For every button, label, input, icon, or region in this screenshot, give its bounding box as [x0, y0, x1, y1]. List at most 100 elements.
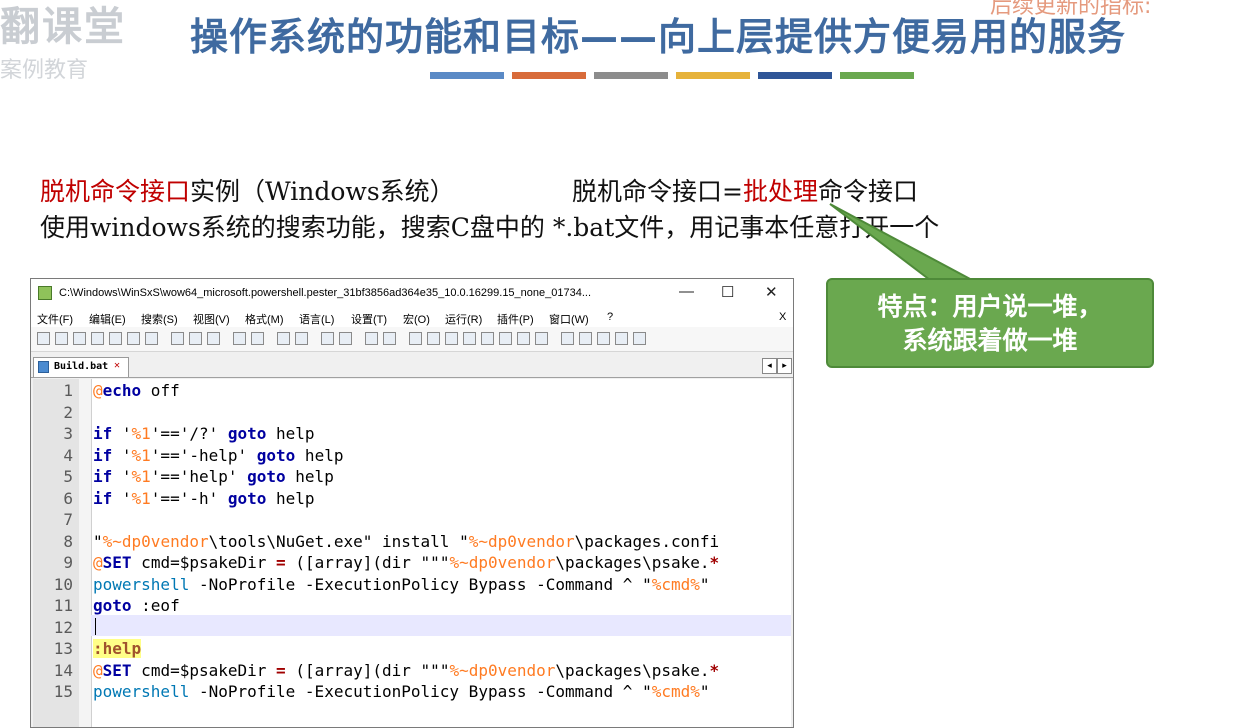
toolbar-sync-v-icon[interactable]: [365, 332, 378, 345]
editor-window: C:\Windows\WinSxS\wow64_microsoft.powers…: [30, 278, 794, 728]
toolbar-zoom-out-icon[interactable]: [339, 332, 352, 345]
title-bar-1: [430, 72, 504, 79]
title-bar-2: [512, 72, 586, 79]
line-number: 12: [53, 617, 73, 637]
tab-scroll-right-button[interactable]: ▸: [777, 358, 792, 374]
window-title: C:\Windows\WinSxS\wow64_microsoft.powers…: [59, 287, 592, 299]
file-saved-icon: [38, 361, 49, 373]
line-number: 6: [63, 488, 73, 508]
line-number: 1: [63, 381, 73, 400]
code-line[interactable]: if '%1'=='-help' goto help: [93, 446, 343, 465]
toolbar-monitor-icon[interactable]: [535, 332, 548, 345]
text-caret: [95, 618, 96, 635]
example-heading: 脱机命令接口实例（Windows系统）: [40, 172, 455, 208]
code-line[interactable]: @SET cmd=$psakeDir = ([array](dir """%~d…: [93, 553, 719, 572]
toolbar-find-icon[interactable]: [277, 332, 290, 345]
toolbar-copy-icon[interactable]: [189, 332, 202, 345]
code-line[interactable]: @echo off: [93, 381, 180, 400]
toolbar-save-macro-icon[interactable]: [633, 332, 646, 345]
menu-settings[interactable]: 设置(T): [351, 311, 387, 327]
toolbar-sync-h-icon[interactable]: [383, 332, 396, 345]
code-line[interactable]: powershell -NoProfile -ExecutionPolicy B…: [93, 682, 710, 701]
definition-prefix: 脱机命令接口=: [572, 177, 743, 206]
toolbar-doc-map-icon[interactable]: [481, 332, 494, 345]
menu-search[interactable]: 搜索(S): [141, 311, 178, 327]
callout-pointer: [829, 203, 973, 281]
line-number: 7: [63, 510, 73, 529]
line-number: 14: [53, 660, 73, 680]
tab-close-icon[interactable]: ✕: [114, 360, 120, 371]
notepad-app-icon: [38, 286, 52, 300]
close-button[interactable]: ✕: [765, 283, 778, 301]
toolbar-all-chars-icon[interactable]: [427, 332, 440, 345]
line-number: 15: [53, 682, 73, 701]
toolbar-udl-icon[interactable]: [463, 332, 476, 345]
toolbar-new-icon[interactable]: [37, 332, 50, 345]
toolbar-func-list-icon[interactable]: [499, 332, 512, 345]
toolbar-print-icon[interactable]: [145, 332, 158, 345]
code-line[interactable]: "%~dp0vendor\tools\NuGet.exe" install "%…: [93, 532, 719, 551]
menu-file[interactable]: 文件(F): [37, 311, 73, 327]
fold-margin: [79, 379, 92, 727]
current-line-highlight: [91, 615, 791, 636]
brand-logo: 翻课堂: [0, 4, 126, 50]
code-line[interactable]: if '%1'=='help' goto help: [93, 467, 334, 486]
toolbar-replace-icon[interactable]: [295, 332, 308, 345]
toolbar-close-all-icon[interactable]: [127, 332, 140, 345]
line-number: 11: [53, 596, 73, 615]
code-line[interactable]: if '%1'=='-h' goto help: [93, 489, 315, 508]
menu-run[interactable]: 运行(R): [445, 311, 482, 327]
callout-line-1: 特点：用户说一堆，: [877, 292, 1103, 321]
line-number: 9: [63, 553, 73, 572]
toolbar-play-multi-icon[interactable]: [615, 332, 628, 345]
menu-macro[interactable]: 宏(O): [403, 311, 430, 327]
toolbar-cut-icon[interactable]: [171, 332, 184, 345]
toolbar-undo-icon[interactable]: [233, 332, 246, 345]
code-line[interactable]: @SET cmd=$psakeDir = ([array](dir """%~d…: [93, 661, 719, 680]
code-line[interactable]: goto :eof: [93, 596, 180, 615]
code-line[interactable]: powershell -NoProfile -ExecutionPolicy B…: [93, 575, 710, 594]
line-number: 5: [63, 467, 73, 486]
menu-format[interactable]: 格式(M): [245, 311, 284, 327]
title-bar-3: [594, 72, 668, 79]
tab-build-bat[interactable]: Build.bat ✕: [33, 357, 129, 377]
tab-scroll-left-button[interactable]: ◂: [762, 358, 777, 374]
menu-edit[interactable]: 编辑(E): [89, 311, 126, 327]
callout-line-2: 系统跟着做一堆: [902, 326, 1078, 355]
menu-window[interactable]: 窗口(W): [549, 311, 589, 327]
line-number: 3: [63, 424, 73, 443]
menu-help[interactable]: ?: [607, 311, 613, 323]
menu-view[interactable]: 视图(V): [193, 311, 230, 327]
menu-plugins[interactable]: 插件(P): [497, 311, 534, 327]
toolbar-save-icon[interactable]: [73, 332, 86, 345]
toolbar-paste-icon[interactable]: [207, 332, 220, 345]
menu-close-doc[interactable]: X: [779, 311, 786, 323]
minimize-button[interactable]: —: [679, 283, 694, 300]
title-bar-6: [840, 72, 914, 79]
code-line[interactable]: :help: [93, 639, 142, 658]
line-number: 8: [63, 531, 73, 551]
menu-language[interactable]: 语言(L): [299, 311, 334, 327]
brand-subtitle: 案例教育: [0, 58, 89, 83]
toolbar-open-icon[interactable]: [55, 332, 68, 345]
toolbar-stop-icon[interactable]: [579, 332, 592, 345]
toolbar-close-icon[interactable]: [109, 332, 122, 345]
toolbar: [31, 327, 793, 352]
toolbar-save-all-icon[interactable]: [91, 332, 104, 345]
toolbar-record-icon[interactable]: [561, 332, 574, 345]
code-line[interactable]: if '%1'=='/?' goto help: [93, 424, 315, 443]
toolbar-wrap-icon[interactable]: [409, 332, 422, 345]
toolbar-zoom-in-icon[interactable]: [321, 332, 334, 345]
tab-label: Build.bat: [54, 361, 109, 372]
line-number: 13: [53, 639, 73, 658]
toolbar-redo-icon[interactable]: [251, 332, 264, 345]
code-editor[interactable]: 1 @echo off 2 3 if '%1'=='/?' goto help 4 if '…: [33, 379, 791, 727]
maximize-button[interactable]: ☐: [721, 283, 734, 301]
toolbar-play-icon[interactable]: [597, 332, 610, 345]
toolbar-folder-ws-icon[interactable]: [517, 332, 530, 345]
toolbar-indent-guide-icon[interactable]: [445, 332, 458, 345]
feature-callout: 特点：用户说一堆， 系统跟着做一堆: [826, 278, 1154, 368]
offline-interface-term: 脱机命令接口: [40, 177, 191, 206]
line-number: 2: [63, 402, 73, 422]
line-number: 4: [63, 445, 73, 465]
